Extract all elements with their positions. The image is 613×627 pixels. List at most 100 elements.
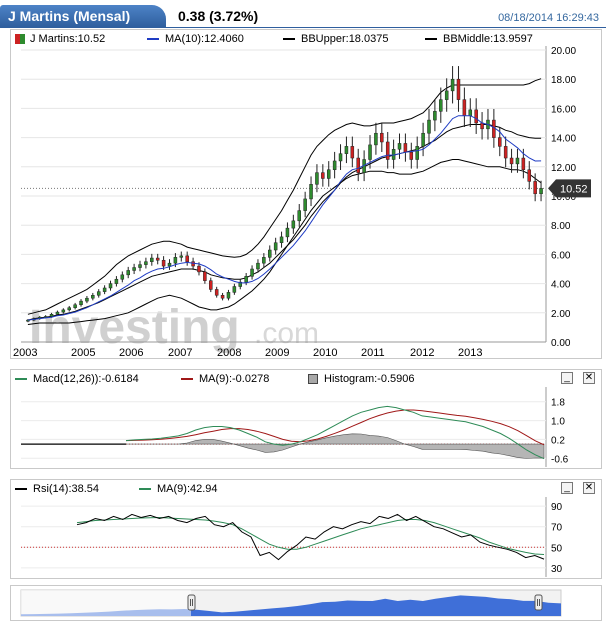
price-y-tick-label: 20.00 (551, 46, 576, 57)
macd-panel: Macd(12,26)):-0.6184 MA(9):-0.0278 Histo… (10, 369, 602, 469)
candle-body (232, 286, 237, 293)
candle-body (209, 280, 213, 290)
candle-body (338, 153, 343, 162)
candle-body (509, 157, 514, 165)
candle-body (79, 300, 83, 306)
rsi-ma-legend-label: MA(9):42.94 (157, 483, 218, 495)
candle-body (480, 122, 484, 130)
macd-ma-legend-item: MA(9):-0.0278 (181, 373, 269, 385)
navigator-right-handle[interactable] (534, 594, 543, 611)
price-y-tick-label: 18.00 (551, 75, 576, 86)
candle-body (326, 169, 331, 179)
price-y-tick-label: 6.00 (551, 250, 571, 261)
navigator-chart[interactable] (11, 586, 601, 620)
macd-close-button[interactable]: ✕ (583, 372, 595, 384)
candle-body (126, 270, 130, 276)
rsi-close-button[interactable]: ✕ (583, 482, 595, 494)
chart-title: J Martins (Mensal) (8, 8, 131, 24)
candle-body (421, 132, 425, 147)
rsi-ma-legend-swatch (139, 488, 151, 491)
rsi-line (76, 513, 545, 561)
price-x-tick-label: 2010 (313, 347, 337, 358)
rsi-grid (21, 505, 546, 569)
price-grid (21, 49, 546, 314)
rsi-ma-legend-item: MA(9):42.94 (139, 483, 218, 495)
candle-body (409, 151, 414, 160)
candle-body (96, 291, 101, 296)
rsi-panel: Rsi(14):38.54 MA(9):42.94 _ ✕ 90 70 50 30 (10, 479, 602, 579)
candle-body (297, 210, 301, 222)
macd-legend-item: Macd(12,26)):-0.6184 (15, 373, 139, 385)
candle-body (533, 181, 537, 195)
navigator-panel (10, 585, 602, 621)
watermark-suffix: .com (254, 317, 319, 350)
histogram-legend-label: Histogram:-0.5906 (324, 373, 415, 385)
candle-body (380, 132, 384, 143)
candle-body (144, 261, 148, 265)
candle-body (356, 157, 360, 173)
candle-body (456, 78, 461, 100)
histogram-legend-item: Histogram:-0.5906 (308, 373, 415, 385)
candle-body (309, 184, 313, 200)
candle-body (61, 309, 66, 313)
price-x-tick-label: 2006 (119, 347, 143, 358)
rsi-y-tick-label: 50 (551, 543, 563, 554)
candle-body (462, 99, 467, 116)
candle-body (167, 262, 172, 267)
price-legend: J Martins:10.52 (15, 33, 105, 45)
candle-body (403, 143, 408, 153)
candle-body (468, 109, 473, 116)
candle-body (273, 242, 278, 251)
candle-body (515, 157, 520, 165)
price-x-tick-label: 2011 (361, 347, 385, 358)
price-chart[interactable]: Investing .com 20.0018.0016.0014.0012.00… (11, 46, 601, 358)
candle-body (315, 172, 319, 185)
candle-body (244, 276, 248, 283)
candle-body (214, 289, 219, 296)
candle-body (185, 255, 189, 262)
candle-body (527, 169, 532, 182)
macd-minimize-button[interactable]: _ (561, 372, 573, 384)
candle-body (450, 78, 455, 92)
navigator-left-handle[interactable] (187, 594, 196, 611)
macd-histogram (126, 433, 545, 459)
candle-body (150, 257, 154, 262)
macd-legend-swatch (15, 378, 27, 381)
price-x-tick-label: 2003 (13, 347, 37, 358)
rsi-minimize-button[interactable]: _ (561, 482, 573, 494)
price-change: 0.38 (3.72%) (178, 8, 259, 24)
candle-body (85, 297, 89, 302)
candle-body (268, 249, 272, 258)
candle-body (503, 146, 508, 159)
candle-body (102, 287, 107, 292)
candle-body (303, 198, 307, 211)
candle-body (161, 259, 166, 267)
price-y-tick-label: 14.00 (551, 134, 576, 145)
candle-body (332, 160, 337, 170)
candle-body (191, 261, 195, 267)
candle-body (439, 99, 443, 112)
price-x-ticks: 2003 2005 2006 2007 2008 2009 2010 2011 2012 2013 (13, 347, 482, 358)
candle-body (285, 227, 290, 238)
candle-body (197, 265, 201, 273)
main-legend: J Martins:10.52 MA(10):12.4060 BBUpper:1… (11, 30, 601, 47)
candle-body (344, 146, 349, 154)
macd-y-ticks: 1.8 1.0 0.2 -0.6 (551, 398, 569, 466)
candle-body (279, 236, 284, 243)
macd-chart[interactable]: 1.8 1.0 0.2 -0.6 (11, 387, 601, 467)
candle-body (49, 314, 54, 317)
candle-body (91, 295, 95, 299)
candle-body (173, 257, 178, 264)
rsi-legend-item: Rsi(14):38.54 (15, 483, 99, 495)
candle-body (321, 172, 325, 179)
last-price-tag-label: 10.52 (560, 183, 588, 195)
price-y-tick-label: 8.00 (551, 221, 571, 232)
rsi-chart[interactable]: 90 70 50 30 (11, 497, 601, 577)
price-x-tick-label: 2013 (458, 347, 482, 358)
ma-legend-swatch (147, 38, 159, 41)
price-y-tick-label: 12.00 (551, 163, 576, 174)
macd-ma-legend-label: MA(9):-0.0278 (199, 373, 270, 385)
candle-body (397, 143, 402, 150)
price-legend-label: J Martins:10.52 (30, 33, 106, 45)
chart-title-tab: J Martins (Mensal) (0, 5, 166, 27)
